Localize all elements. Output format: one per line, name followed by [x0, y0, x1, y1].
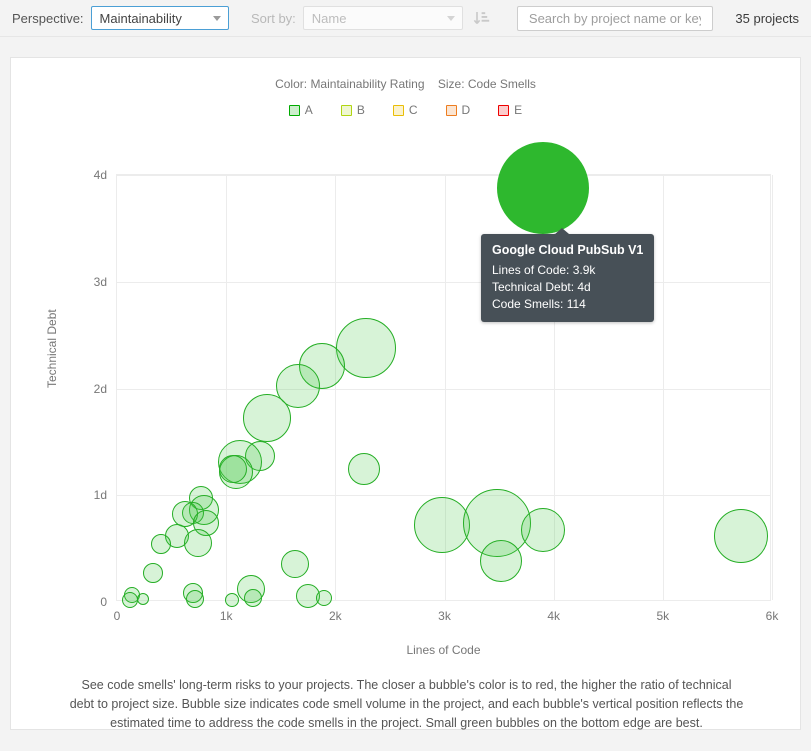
- x-gridline: [662, 175, 664, 600]
- y-tick-label: 1d: [93, 488, 107, 503]
- y-axis-title: Technical Debt: [45, 309, 59, 388]
- bubble[interactable]: [480, 540, 523, 583]
- bubble[interactable]: [414, 497, 471, 554]
- tooltip-code-smells: Code Smells: 114: [492, 297, 586, 311]
- tooltip-title: Google Cloud PubSub V1: [492, 243, 644, 257]
- sort-by-select-value: Name: [311, 10, 347, 26]
- chevron-down-icon: [213, 16, 221, 21]
- bubble[interactable]: [244, 588, 263, 607]
- chart-description: See code smells' long-term risks to your…: [69, 678, 744, 730]
- tooltip-technical-debt: Technical Debt: 4d: [492, 280, 591, 294]
- x-tick-label: 2k: [328, 609, 342, 623]
- bubble[interactable]: [143, 563, 164, 584]
- tooltip-lines-of-code: Lines of Code: 3.9k: [492, 263, 596, 277]
- bubble[interactable]: [243, 394, 292, 443]
- sort-descending-icon: [474, 11, 490, 24]
- bubble[interactable]: [347, 452, 380, 485]
- bubble[interactable]: [183, 529, 212, 558]
- bubble[interactable]: [335, 317, 396, 378]
- x-tick-label: 0: [113, 609, 121, 623]
- x-gridline: [226, 175, 228, 600]
- sort-direction-button[interactable]: [471, 6, 493, 30]
- perspective-select-value: Maintainability: [99, 10, 182, 26]
- bubble-chart: Technical Debt Lines of Code 0 1k 2k 3k 4k 5k…: [11, 58, 802, 731]
- search-box[interactable]: [516, 5, 714, 31]
- y-gridline: [117, 281, 770, 283]
- bubble[interactable]: [150, 534, 171, 555]
- search-input[interactable]: [526, 9, 704, 27]
- bubble[interactable]: [714, 508, 769, 563]
- x-gridline: [335, 175, 337, 600]
- x-tick-label: 6k: [765, 609, 779, 623]
- bubble[interactable]: [224, 592, 239, 607]
- bubble[interactable]: [496, 141, 589, 234]
- bubble-tooltip: Google Cloud PubSub V1 Lines of Code: 3.9…: [481, 228, 655, 322]
- y-gridline: [117, 175, 770, 176]
- sort-by-select[interactable]: Name: [302, 6, 464, 30]
- bubble[interactable]: [137, 592, 150, 605]
- y-gridline: [117, 495, 770, 497]
- plot-area: 0 1k 2k 3k 4k 5k 6k 0 1d 2d 3d 4d: [94, 141, 778, 623]
- bubble[interactable]: [122, 591, 139, 608]
- x-tick-label: 5k: [656, 609, 670, 623]
- perspective-label: Perspective:: [12, 10, 84, 26]
- x-tick-label: 1k: [219, 609, 233, 623]
- bubble[interactable]: [218, 454, 247, 483]
- perspective-select[interactable]: Maintainability: [90, 6, 229, 30]
- bubble[interactable]: [280, 549, 309, 578]
- y-tick-label: 4d: [93, 168, 107, 182]
- tooltip-arrow: [555, 228, 569, 234]
- x-axis-title: Lines of Code: [406, 643, 481, 657]
- bubble[interactable]: [316, 589, 333, 606]
- chart-card: Color: Maintainability Rating Size: Code…: [10, 57, 801, 730]
- y-gridline: [117, 388, 770, 390]
- project-count: 35 projects: [735, 10, 799, 26]
- y-tick-label: 3d: [93, 274, 107, 289]
- bubble[interactable]: [520, 508, 565, 553]
- bubble[interactable]: [185, 589, 204, 608]
- x-tick-label: 3k: [438, 609, 451, 623]
- toolbar: Perspective: Maintainability Sort by: Na…: [0, 0, 811, 37]
- x-gridline: [772, 175, 773, 600]
- chevron-down-icon: [447, 16, 456, 21]
- y-tick-label: 2d: [93, 381, 107, 396]
- sort-by-label: Sort by:: [251, 10, 296, 26]
- y-tick-label: 0: [100, 595, 107, 609]
- x-tick-label: 4k: [547, 609, 560, 623]
